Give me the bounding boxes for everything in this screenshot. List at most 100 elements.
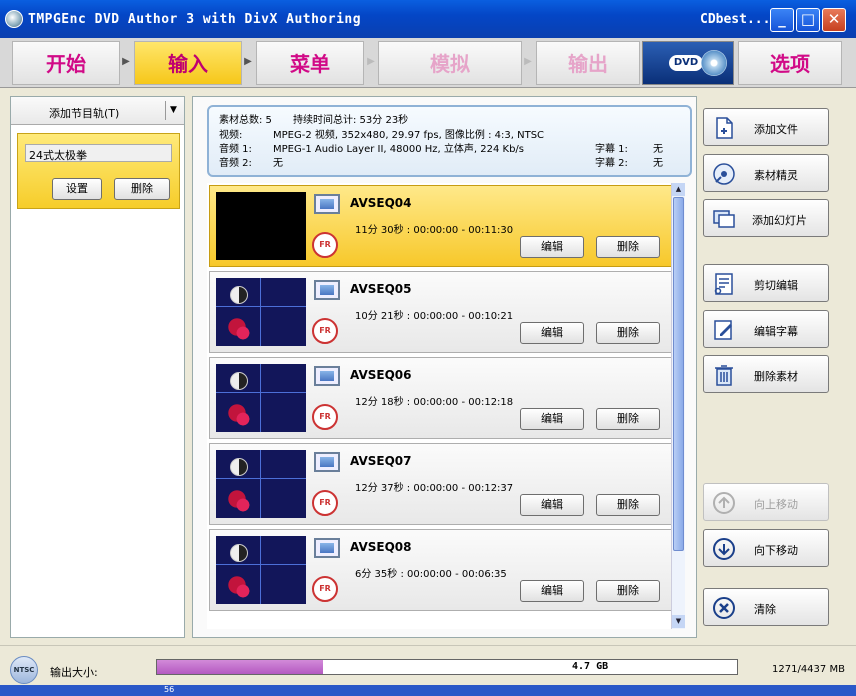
- clip-name: AVSEQ05: [350, 282, 412, 296]
- track-name-field[interactable]: 24式太极拳: [25, 144, 172, 162]
- dvd-label: DVD: [669, 55, 703, 71]
- clip-item[interactable]: FR AVSEQ06 12分 18秒 : 00:00:00 - 00:12:18…: [209, 357, 681, 439]
- close-button[interactable]: ✕: [822, 8, 846, 32]
- clip-delete-button[interactable]: 删除: [596, 580, 660, 602]
- tab-start[interactable]: 开始: [12, 41, 120, 85]
- clip-list: FR AVSEQ04 11分 30秒 : 00:00:00 - 00:11:30…: [207, 183, 683, 629]
- track-item[interactable]: 24式太极拳 设置 删除: [17, 133, 180, 209]
- tab-menu[interactable]: 菜单: [256, 41, 364, 85]
- status-bar: NTSC 输出大小: 4.7 GB 1271/4437 MB: [0, 645, 856, 685]
- app-icon[interactable]: [5, 10, 23, 28]
- add-slideshow-label: 添加幻灯片: [752, 214, 807, 227]
- video-file-icon: [314, 280, 340, 300]
- tab-output: 输出: [536, 41, 640, 85]
- add-file-icon: [716, 117, 733, 139]
- delete-source-button[interactable]: 删除素材: [703, 355, 829, 393]
- clip-duration: 12分 37秒 : 00:00:00 - 00:12:37: [355, 483, 514, 494]
- action-panel: 添加文件 素材精灵 添加幻灯片 剪切编辑 编辑字幕 删除素材 向上移动 向下移动…: [703, 96, 848, 638]
- delete-source-label: 删除素材: [754, 370, 798, 383]
- clip-edit-button[interactable]: 编辑: [520, 322, 584, 344]
- clip-edit-button[interactable]: 编辑: [520, 236, 584, 258]
- audio2-info: 无: [273, 158, 283, 169]
- output-size-label: 输出大小:: [50, 666, 98, 679]
- clip-edit-button[interactable]: 编辑: [520, 580, 584, 602]
- clip-delete-button[interactable]: 删除: [596, 408, 660, 430]
- clip-delete-button[interactable]: 删除: [596, 494, 660, 516]
- track-settings-button[interactable]: 设置: [52, 178, 102, 200]
- clip-item[interactable]: FR AVSEQ07 12分 37秒 : 00:00:00 - 00:12:37…: [209, 443, 681, 525]
- clip-thumbnail: [216, 536, 306, 604]
- scroll-down-icon[interactable]: ▼: [672, 615, 685, 628]
- source-wizard-button[interactable]: 素材精灵: [703, 154, 829, 192]
- video-file-icon: [314, 194, 340, 214]
- yin-yang-icon: [230, 372, 248, 390]
- clip-edit-button[interactable]: 编辑: [520, 494, 584, 516]
- arrow-up-icon: [713, 492, 735, 514]
- window-title-suffix: CDbest...: [700, 12, 771, 27]
- clear-label: 清除: [754, 603, 776, 616]
- nav-arrow-icon: ▶: [524, 56, 532, 67]
- output-size-fill: [157, 660, 324, 674]
- clear-icon: [713, 597, 735, 619]
- step-navigation: 开始 ▶ 输入 ▶ 菜单 ▶ 模拟 ▶ 输出 DVD 选项: [0, 38, 856, 88]
- maximize-button[interactable]: □: [796, 8, 820, 32]
- clip-duration: 10分 21秒 : 00:00:00 - 00:10:21: [355, 311, 514, 322]
- add-file-label: 添加文件: [754, 123, 798, 136]
- title-bar: TMPGEnc DVD Author 3 with DivX Authoring…: [0, 0, 856, 38]
- add-file-button[interactable]: 添加文件: [703, 108, 829, 146]
- cut-edit-label: 剪切编辑: [754, 279, 798, 292]
- clip-delete-button[interactable]: 删除: [596, 322, 660, 344]
- audio1-info: MPEG-1 Audio Layer II, 48000 Hz, 立体声, 22…: [273, 144, 525, 155]
- edit-subtitle-icon: [714, 320, 732, 340]
- video-label: 视频:: [219, 130, 243, 141]
- chevron-down-icon[interactable]: ▼: [165, 101, 181, 120]
- move-up-button: 向上移动: [703, 483, 829, 521]
- clear-button[interactable]: 清除: [703, 588, 829, 626]
- clip-duration: 11分 30秒 : 00:00:00 - 00:11:30: [355, 225, 514, 236]
- clip-duration: 12分 18秒 : 00:00:00 - 00:12:18: [355, 397, 514, 408]
- clip-item[interactable]: FR AVSEQ04 11分 30秒 : 00:00:00 - 00:11:30…: [209, 185, 681, 267]
- tab-input[interactable]: 输入: [134, 41, 242, 85]
- add-slideshow-button[interactable]: 添加幻灯片: [703, 199, 829, 237]
- ntsc-icon[interactable]: NTSC: [10, 656, 38, 684]
- video-file-icon: [314, 452, 340, 472]
- disc-icon: [701, 50, 727, 76]
- track-delete-button[interactable]: 删除: [114, 178, 170, 200]
- subtitle2-label: 字幕 2:: [595, 158, 628, 169]
- clip-delete-button[interactable]: 删除: [596, 236, 660, 258]
- slideshow-icon: [713, 210, 735, 228]
- wizard-disc-icon: [713, 163, 735, 185]
- nav-arrow-icon: ▶: [244, 56, 252, 67]
- minimize-button[interactable]: _: [770, 8, 794, 32]
- move-up-label: 向上移动: [754, 498, 798, 511]
- output-usage-label: 1271/4437 MB: [772, 664, 845, 675]
- video-file-icon: [314, 538, 340, 558]
- fr-badge-icon: FR: [312, 404, 338, 430]
- clip-name: AVSEQ06: [350, 368, 412, 382]
- video-file-icon: [314, 366, 340, 386]
- yin-yang-icon: [230, 286, 248, 304]
- tab-options[interactable]: 选项: [738, 41, 842, 85]
- scroll-up-icon[interactable]: ▲: [672, 183, 685, 196]
- move-down-button[interactable]: 向下移动: [703, 529, 829, 567]
- clip-item[interactable]: FR AVSEQ08 6分 35秒 : 00:00:00 - 00:06:35 …: [209, 529, 681, 611]
- tab-preview: 模拟: [378, 41, 522, 85]
- clip-thumbnail: [216, 192, 306, 260]
- fr-badge-icon: FR: [312, 318, 338, 344]
- clip-name: AVSEQ08: [350, 540, 412, 554]
- track-panel: 添加节目轨(T) ▼ 24式太极拳 设置 删除: [10, 96, 185, 638]
- source-wizard-label: 素材精灵: [754, 169, 798, 182]
- add-track-dropdown[interactable]: 添加节目轨(T) ▼: [11, 97, 184, 125]
- window-title: TMPGEnc DVD Author 3 with DivX Authoring: [28, 12, 362, 27]
- yin-yang-icon: [230, 544, 248, 562]
- yin-yang-icon: [230, 458, 248, 476]
- clip-list-scrollbar[interactable]: ▲ ▼: [671, 183, 685, 629]
- dvd-logo: DVD: [642, 41, 734, 85]
- scroll-thumb[interactable]: [673, 197, 684, 551]
- clip-edit-button[interactable]: 编辑: [520, 408, 584, 430]
- clip-item[interactable]: FR AVSEQ05 10分 21秒 : 00:00:00 - 00:10:21…: [209, 271, 681, 353]
- edit-subtitle-button[interactable]: 编辑字幕: [703, 310, 829, 348]
- cut-edit-button[interactable]: 剪切编辑: [703, 264, 829, 302]
- clip-name: AVSEQ04: [350, 196, 412, 210]
- edit-subtitle-label: 编辑字幕: [754, 325, 798, 338]
